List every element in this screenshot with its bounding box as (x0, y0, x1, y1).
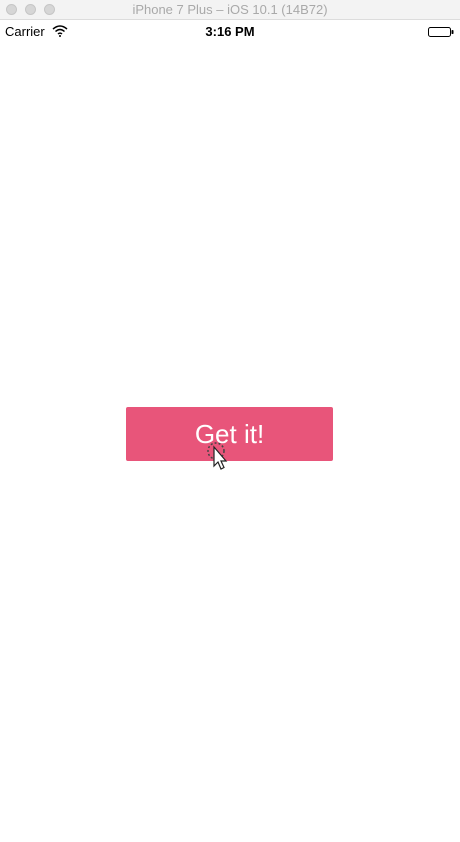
main-content: Get it! (0, 42, 460, 842)
status-time: 3:16 PM (205, 24, 255, 39)
status-bar: Carrier 3:16 PM (0, 20, 460, 42)
window-title-bar: iPhone 7 Plus – iOS 10.1 (14B72) (0, 0, 460, 20)
window-title: iPhone 7 Plus – iOS 10.1 (14B72) (132, 2, 328, 17)
simulator-window: iPhone 7 Plus – iOS 10.1 (14B72) Carrier… (0, 0, 460, 842)
tap-pointer-icon (207, 442, 228, 470)
battery-icon (428, 27, 454, 37)
